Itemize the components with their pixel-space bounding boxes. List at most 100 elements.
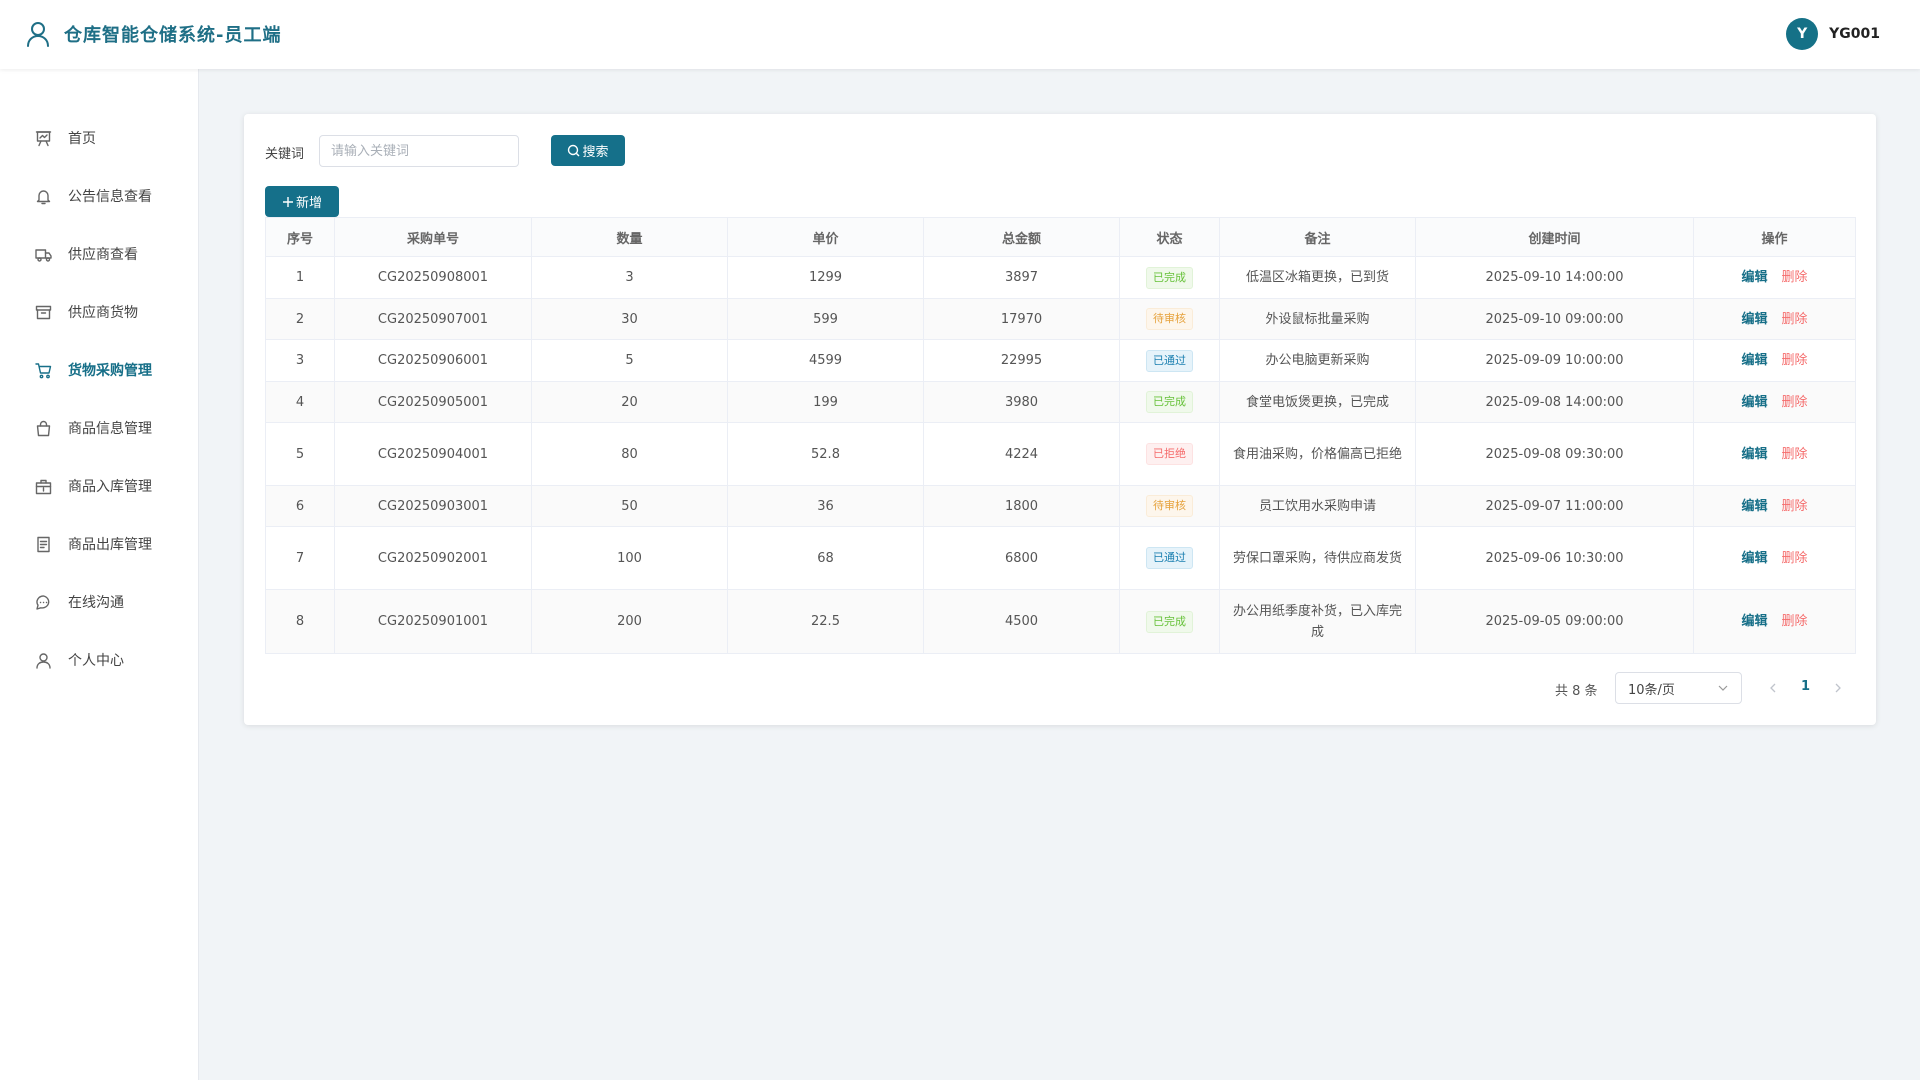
next-page-button[interactable] <box>1832 680 1844 694</box>
sidebar-item-home[interactable]: 首页 <box>0 116 199 160</box>
cell-total-amount: 3980 <box>923 381 1120 423</box>
status-badge: 已拒绝 <box>1146 443 1193 465</box>
sidebar-item-stock-out[interactable]: 商品出库管理 <box>0 522 199 566</box>
cell-unit-price: 36 <box>727 485 924 527</box>
shopping-cart-icon <box>35 362 52 379</box>
pagination-total: 共 8 条 <box>1555 684 1598 699</box>
delete-button[interactable]: 删除 <box>1782 395 1808 410</box>
cell-created-time: 2025-09-08 14:00:00 <box>1415 381 1694 423</box>
cell-index: 1 <box>265 256 335 299</box>
sidebar-item-notices[interactable]: 公告信息查看 <box>0 174 199 218</box>
cell-created-time: 2025-09-06 10:30:00 <box>1415 526 1694 590</box>
sidebar-item-suppliers[interactable]: 供应商查看 <box>0 232 199 276</box>
cell-unit-price: 199 <box>727 381 924 423</box>
cell-remark: 办公电脑更新采购 <box>1219 339 1416 382</box>
cell-order-no: CG20250904001 <box>334 422 532 486</box>
cell-order-no: CG20250905001 <box>334 381 532 423</box>
cell-created-time: 2025-09-05 09:00:00 <box>1415 589 1694 654</box>
avatar[interactable]: Y <box>1786 18 1819 50</box>
cell-index: 4 <box>265 381 335 423</box>
table-row: 2 CG20250907001 30 599 17970 待审核 外设鼠标批量采购 2025-… <box>265 298 1856 340</box>
app-title: 仓库智能仓储系统-员工端 <box>64 25 282 46</box>
keyword-input[interactable] <box>319 135 519 167</box>
table-row: 5 CG20250904001 80 52.8 4224 已拒绝 食用油采购，价格偏高已拒绝… <box>265 422 1856 486</box>
table-row: 6 CG20250903001 50 36 1800 待审核 员工饮用水采购申请 2025-0… <box>265 485 1856 527</box>
status-badge: 已完成 <box>1146 610 1193 633</box>
cell-status: 待审核 <box>1119 485 1220 527</box>
table-row: 4 CG20250905001 20 199 3980 已完成 食堂电饭煲更换，已完成 202… <box>265 381 1856 423</box>
cell-unit-price: 4599 <box>727 339 924 382</box>
sidebar-item-products[interactable]: 商品信息管理 <box>0 406 199 450</box>
cell-quantity: 3 <box>531 256 728 299</box>
column-header: 状态 <box>1119 217 1220 257</box>
delete-button[interactable]: 删除 <box>1782 447 1808 462</box>
cell-unit-price: 52.8 <box>727 422 924 486</box>
cell-quantity: 20 <box>531 381 728 423</box>
cell-index: 2 <box>265 298 335 340</box>
cell-unit-price: 22.5 <box>727 589 924 654</box>
delete-button[interactable]: 删除 <box>1782 614 1808 629</box>
column-header: 操作 <box>1693 217 1856 257</box>
username[interactable]: YG001 <box>1829 26 1880 42</box>
cell-status: 已通过 <box>1119 526 1220 590</box>
prev-page-button[interactable] <box>1767 680 1779 694</box>
edit-button[interactable]: 编辑 <box>1741 551 1767 566</box>
home-board-icon <box>35 130 52 147</box>
delete-button[interactable]: 删除 <box>1782 551 1808 566</box>
sidebar-item-chat[interactable]: 在线沟通 <box>0 580 199 624</box>
status-badge: 待审核 <box>1146 495 1193 517</box>
column-header: 创建时间 <box>1415 217 1694 257</box>
edit-button[interactable]: 编辑 <box>1741 614 1767 629</box>
cell-unit-price: 599 <box>727 298 924 340</box>
cell-order-no: CG20250902001 <box>334 526 532 590</box>
column-header: 总金额 <box>923 217 1120 257</box>
page-size-select[interactable]: 10条/页 <box>1615 672 1742 704</box>
delete-button[interactable]: 删除 <box>1782 312 1808 327</box>
user-menu[interactable]: Y YG001 <box>1786 18 1880 50</box>
sidebar-item-stock-in[interactable]: 商品入库管理 <box>0 464 199 508</box>
cell-index: 8 <box>265 589 335 654</box>
table-row: 3 CG20250906001 5 4599 22995 已通过 办公电脑更新采购 2025-… <box>265 339 1856 382</box>
edit-button[interactable]: 编辑 <box>1741 353 1767 368</box>
delete-button[interactable]: 删除 <box>1782 270 1808 285</box>
edit-button[interactable]: 编辑 <box>1741 499 1767 514</box>
sidebar-item-label: 商品入库管理 <box>68 479 152 495</box>
edit-button[interactable]: 编辑 <box>1741 312 1767 327</box>
column-header: 单价 <box>727 217 924 257</box>
cell-quantity: 30 <box>531 298 728 340</box>
cell-order-no: CG20250907001 <box>334 298 532 340</box>
table-header-row: 序号 采购单号 数量 单价 总金额 状态 备注 创建时间 操作 <box>265 217 1856 257</box>
sidebar-item-purchase[interactable]: 货物采购管理 <box>0 348 199 392</box>
cell-order-no: CG20250901001 <box>334 589 532 654</box>
page-number-current[interactable]: 1 <box>1801 679 1810 694</box>
cell-index: 6 <box>265 485 335 527</box>
edit-button[interactable]: 编辑 <box>1741 270 1767 285</box>
search-button[interactable]: 搜索 <box>551 135 625 166</box>
column-header: 采购单号 <box>334 217 532 257</box>
sidebar-item-label: 在线沟通 <box>68 595 124 611</box>
shopping-bag-icon <box>35 420 52 437</box>
cell-index: 3 <box>265 339 335 382</box>
edit-button[interactable]: 编辑 <box>1741 447 1767 462</box>
cell-order-no: CG20250908001 <box>334 256 532 299</box>
bell-icon <box>35 188 52 205</box>
cell-created-time: 2025-09-10 14:00:00 <box>1415 256 1694 299</box>
table-row: 1 CG20250908001 3 1299 3897 已完成 低温区冰箱更换，已到货 202… <box>265 256 1856 299</box>
cell-order-no: CG20250903001 <box>334 485 532 527</box>
add-button[interactable]: 新增 <box>265 186 339 217</box>
delete-button[interactable]: 删除 <box>1782 499 1808 514</box>
edit-button[interactable]: 编辑 <box>1741 395 1767 410</box>
cell-quantity: 50 <box>531 485 728 527</box>
page-size-value: 10条/页 <box>1628 682 1675 698</box>
sidebar-item-profile[interactable]: 个人中心 <box>0 638 199 682</box>
delete-button[interactable]: 删除 <box>1782 353 1808 368</box>
sidebar-item-supplier-goods[interactable]: 供应商货物 <box>0 290 199 334</box>
sidebar-item-label: 商品出库管理 <box>68 537 152 553</box>
cell-total-amount: 3897 <box>923 256 1120 299</box>
sidebar-item-label: 供应商货物 <box>68 305 138 321</box>
sidebar-item-label: 商品信息管理 <box>68 421 152 437</box>
cell-unit-price: 1299 <box>727 256 924 299</box>
cell-total-amount: 6800 <box>923 526 1120 590</box>
truck-icon <box>35 246 52 263</box>
cell-created-time: 2025-09-10 09:00:00 <box>1415 298 1694 340</box>
